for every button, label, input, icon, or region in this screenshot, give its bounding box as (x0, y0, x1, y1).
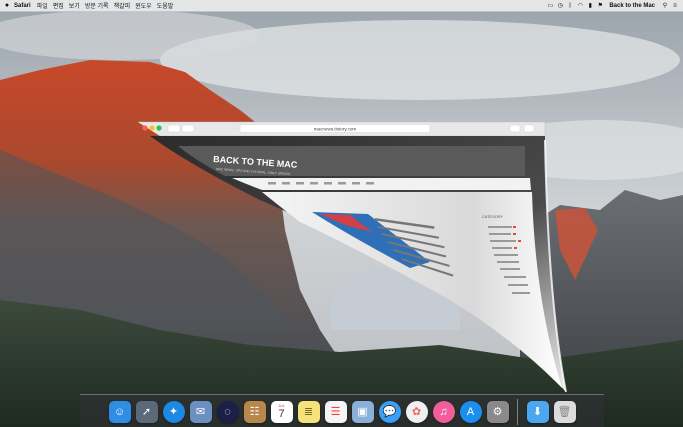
menu-bar: ● Safari 파일 편집 보기 방문 기록 책갈피 윈도우 도움말 ▭ ◷ … (0, 0, 683, 12)
preview-icon[interactable]: ▣ (351, 400, 374, 423)
bluetooth-icon[interactable]: ᛒ (566, 3, 574, 9)
apple-icon[interactable]: ● (0, 2, 14, 9)
safari-window[interactable]: macnews.tistory.com BACK TO THE MAC MAC … (0, 0, 683, 427)
menu-bar-status: ▭ ◷ ᛒ ◠ ▮ ⚑ Back to the Mac ⚲ ≡ (544, 2, 683, 10)
menu-history[interactable]: 방문 기록 (85, 1, 109, 10)
itunes-icon[interactable]: ♫ (432, 400, 455, 423)
launchpad-icon[interactable]: ➚ (135, 400, 158, 423)
share-button[interactable] (509, 124, 521, 133)
menu-window[interactable]: 윈도우 (135, 1, 152, 10)
app-store-icon[interactable]: A (459, 400, 482, 423)
siri-icon[interactable]: ◌ (216, 400, 239, 423)
search-icon[interactable]: ⚲ (661, 2, 669, 9)
tabs-button[interactable] (523, 124, 535, 133)
system-preferences-icon[interactable]: ⚙ (486, 400, 509, 423)
menu-app-name[interactable]: Safari (14, 3, 31, 9)
wifi-icon[interactable]: ◠ (576, 2, 584, 9)
menu-view[interactable]: 보기 (69, 1, 80, 10)
back-button[interactable] (167, 124, 181, 133)
dock-separator (517, 398, 518, 425)
menu-help[interactable]: 도움말 (157, 1, 174, 10)
menu-file[interactable]: 파일 (37, 1, 48, 10)
trash-icon[interactable]: 🗑 (553, 400, 576, 423)
dock: ☺ ➚ ✦ ✉ ◌ ☷ JUL 7 ≣ ☰ ▣ 💬 ✿ ♫ A ⚙ ⬇ 🗑 (80, 394, 604, 427)
safari-icon[interactable]: ✦ (162, 400, 185, 423)
mail-icon[interactable]: ✉ (189, 400, 212, 423)
contacts-icon[interactable]: ☷ (243, 400, 266, 423)
notes-icon[interactable]: ≣ (297, 400, 320, 423)
menu-bookmarks[interactable]: 책갈피 (114, 1, 131, 10)
menu-edit[interactable]: 편집 (53, 1, 64, 10)
user-name[interactable]: Back to the Mac (609, 3, 655, 9)
battery-icon[interactable]: ▮ (586, 2, 594, 9)
photos-icon[interactable]: ✿ (405, 400, 428, 423)
reminders-icon[interactable]: ☰ (324, 400, 347, 423)
close-button[interactable] (142, 125, 148, 131)
zoom-button[interactable] (156, 125, 162, 131)
desktop: macnews.tistory.com BACK TO THE MAC MAC … (0, 0, 683, 427)
forward-button[interactable] (181, 124, 195, 133)
display-mirror-icon[interactable]: ▭ (546, 2, 554, 9)
calendar-icon[interactable]: JUL 7 (270, 400, 293, 423)
flag-icon[interactable]: ⚑ (596, 2, 604, 9)
minimize-button[interactable] (149, 125, 155, 131)
safari-toolbar: macnews.tistory.com (137, 121, 546, 137)
finder-icon[interactable]: ☺ (108, 400, 131, 423)
page-content (262, 192, 562, 388)
folder-icon[interactable]: ⬇ (526, 400, 549, 423)
address-text: macnews.tistory.com (314, 127, 357, 132)
messages-icon[interactable]: 💬 (378, 400, 401, 423)
calendar-day: 7 (278, 408, 285, 420)
time-machine-icon[interactable]: ◷ (556, 2, 564, 9)
sidebar-heading: CATEGORY (482, 215, 503, 219)
list-icon[interactable]: ≡ (671, 3, 679, 9)
